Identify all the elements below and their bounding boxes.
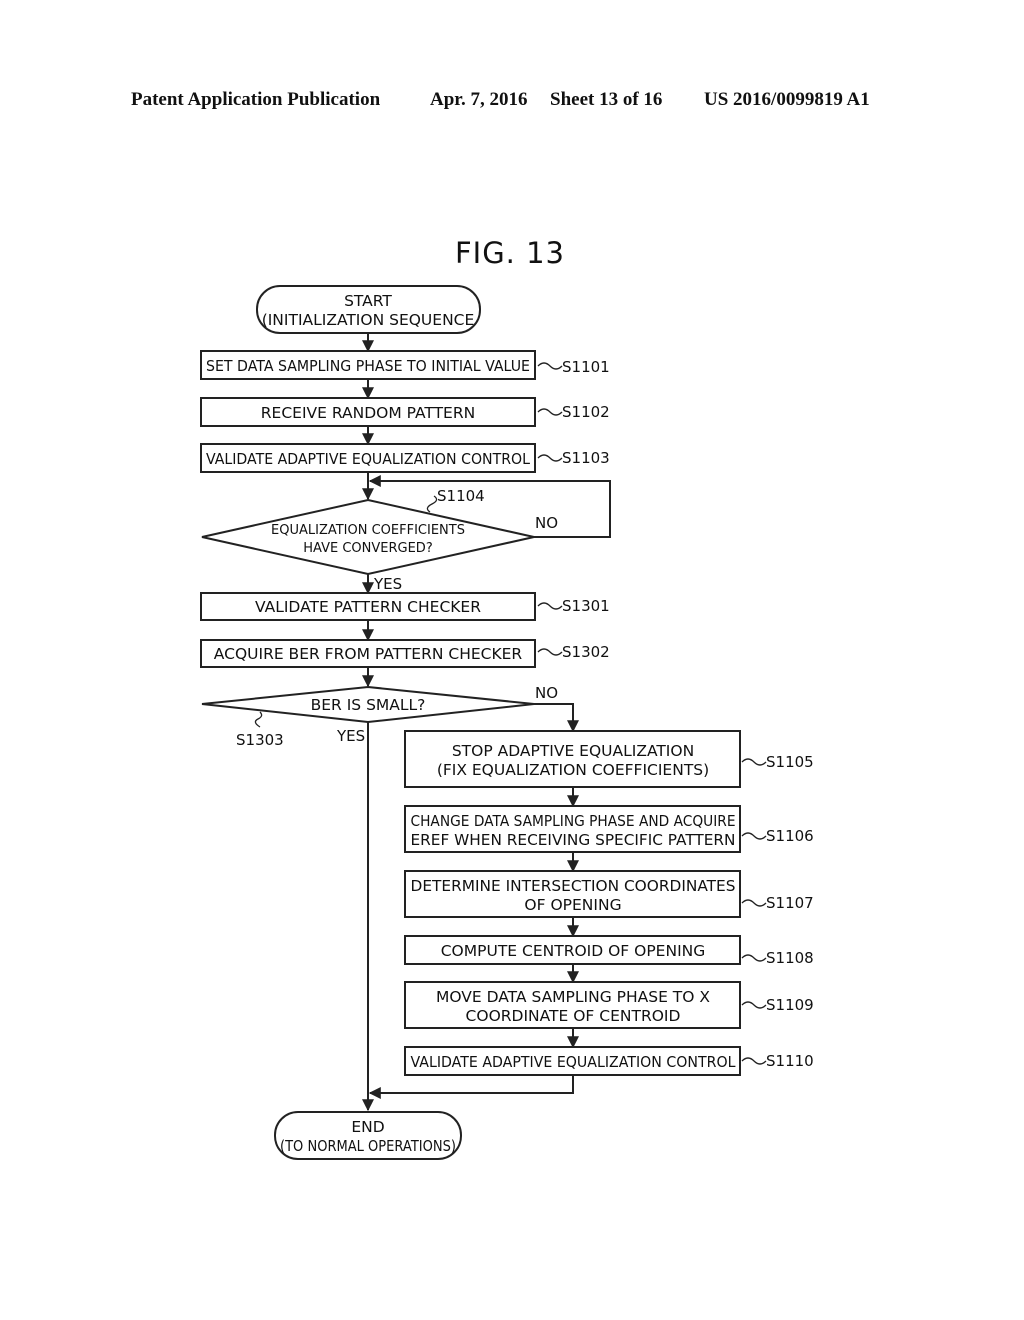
leader-squiggle [741, 1057, 767, 1065]
end-line2: (TO NORMAL OPERATIONS) [280, 1137, 456, 1155]
step-s1109-line2: COORDINATE OF CENTROID [466, 1007, 681, 1025]
step-s1110-id: S1110 [766, 1052, 814, 1070]
step-s1107: DETERMINE INTERSECTION COORDINATES OF OP… [404, 870, 814, 918]
leader-squiggle [537, 408, 563, 416]
start-terminal: START (INITIALIZATION SEQUENCE [256, 285, 481, 334]
step-s1102-id: S1102 [562, 403, 610, 421]
leader-squiggle [741, 1001, 767, 1009]
end-terminal: END (TO NORMAL OPERATIONS) [274, 1111, 462, 1160]
step-s1109-id: S1109 [766, 996, 814, 1014]
flowchart: FIG. 13 START (INITIALIZATION SEQUENCE S… [200, 236, 814, 1160]
step-s1105-line2: (FIX EQUALIZATION COEFFICIENTS) [437, 761, 709, 779]
step-s1103-id: S1103 [562, 449, 610, 467]
start-line2: (INITIALIZATION SEQUENCE [262, 311, 475, 329]
merge-connector [368, 1075, 574, 1099]
step-s1301-id: S1301 [562, 597, 610, 615]
decision-s1303-yes-label: YES [336, 727, 365, 745]
leader-squiggle [537, 362, 563, 370]
decision-s1303-text: BER IS SMALL? [311, 696, 426, 714]
decision-s1104-yes-label: YES [373, 575, 402, 593]
step-s1106-line2: EREF WHEN RECEIVING SPECIFIC PATTERN [411, 831, 736, 849]
end-line1: END [351, 1118, 384, 1136]
decision-s1104-id: S1104 [437, 487, 485, 505]
leader-squiggle [741, 954, 767, 962]
step-s1107-line1: DETERMINE INTERSECTION COORDINATES [411, 877, 736, 895]
leader-squiggle [741, 758, 767, 766]
step-s1301-text: VALIDATE PATTERN CHECKER [255, 598, 481, 616]
leader-squiggle [537, 648, 563, 656]
step-s1109: MOVE DATA SAMPLING PHASE TO X COORDINATE… [404, 981, 814, 1029]
step-s1302-text: ACQUIRE BER FROM PATTERN CHECKER [214, 645, 523, 663]
step-s1103: VALIDATE ADAPTIVE EQUALIZATION CONTROL S… [200, 443, 610, 473]
step-s1101-text: SET DATA SAMPLING PHASE TO INITIAL VALUE [206, 357, 530, 375]
leader-squiggle [426, 495, 438, 513]
start-line1: START [344, 292, 392, 310]
step-s1108: COMPUTE CENTROID OF OPENING S1108 [404, 935, 814, 967]
leader-squiggle [741, 899, 767, 907]
leader-squiggle [254, 711, 263, 728]
step-s1109-line1: MOVE DATA SAMPLING PHASE TO X [436, 988, 710, 1006]
step-s1108-text: COMPUTE CENTROID OF OPENING [441, 942, 706, 960]
step-s1105-id: S1105 [766, 753, 814, 771]
step-s1110: VALIDATE ADAPTIVE EQUALIZATION CONTROL S… [404, 1046, 814, 1076]
step-s1103-text: VALIDATE ADAPTIVE EQUALIZATION CONTROL [206, 450, 530, 468]
step-s1110-text: VALIDATE ADAPTIVE EQUALIZATION CONTROL [411, 1053, 736, 1071]
decision-s1104-line1: EQUALIZATION COEFFICIENTS [271, 523, 465, 538]
step-s1101: SET DATA SAMPLING PHASE TO INITIAL VALUE… [200, 350, 610, 380]
step-s1102-text: RECEIVE RANDOM PATTERN [261, 404, 475, 422]
step-s1106-id: S1106 [766, 827, 814, 845]
step-s1105: STOP ADAPTIVE EQUALIZATION (FIX EQUALIZA… [404, 730, 814, 788]
step-s1108-id: S1108 [766, 949, 814, 967]
step-s1105-line1: STOP ADAPTIVE EQUALIZATION [452, 742, 694, 760]
decision-s1303-no-label: NO [535, 684, 558, 702]
decision-s1104-no-label: NO [535, 514, 558, 532]
decision-s1104-line2: HAVE CONVERGED? [303, 541, 432, 556]
step-s1102: RECEIVE RANDOM PATTERN S1102 [200, 397, 610, 427]
step-s1107-id: S1107 [766, 894, 814, 912]
step-s1106-line1: CHANGE DATA SAMPLING PHASE AND ACQUIRE [411, 812, 736, 830]
leader-squiggle [741, 832, 767, 840]
step-s1101-id: S1101 [562, 358, 610, 376]
step-s1301: VALIDATE PATTERN CHECKER S1301 [200, 592, 610, 621]
step-s1107-line2: OF OPENING [524, 896, 621, 914]
connector [534, 703, 579, 733]
figure-title: FIG. 13 [455, 236, 565, 270]
leader-squiggle [537, 454, 563, 462]
step-s1302-id: S1302 [562, 643, 610, 661]
decision-s1104: EQUALIZATION COEFFICIENTS HAVE CONVERGED… [201, 487, 558, 593]
leader-squiggle [537, 602, 563, 610]
step-s1106: CHANGE DATA SAMPLING PHASE AND ACQUIRE E… [404, 805, 814, 853]
decision-s1303-id: S1303 [236, 731, 284, 749]
step-s1302: ACQUIRE BER FROM PATTERN CHECKER S1302 [200, 639, 610, 668]
